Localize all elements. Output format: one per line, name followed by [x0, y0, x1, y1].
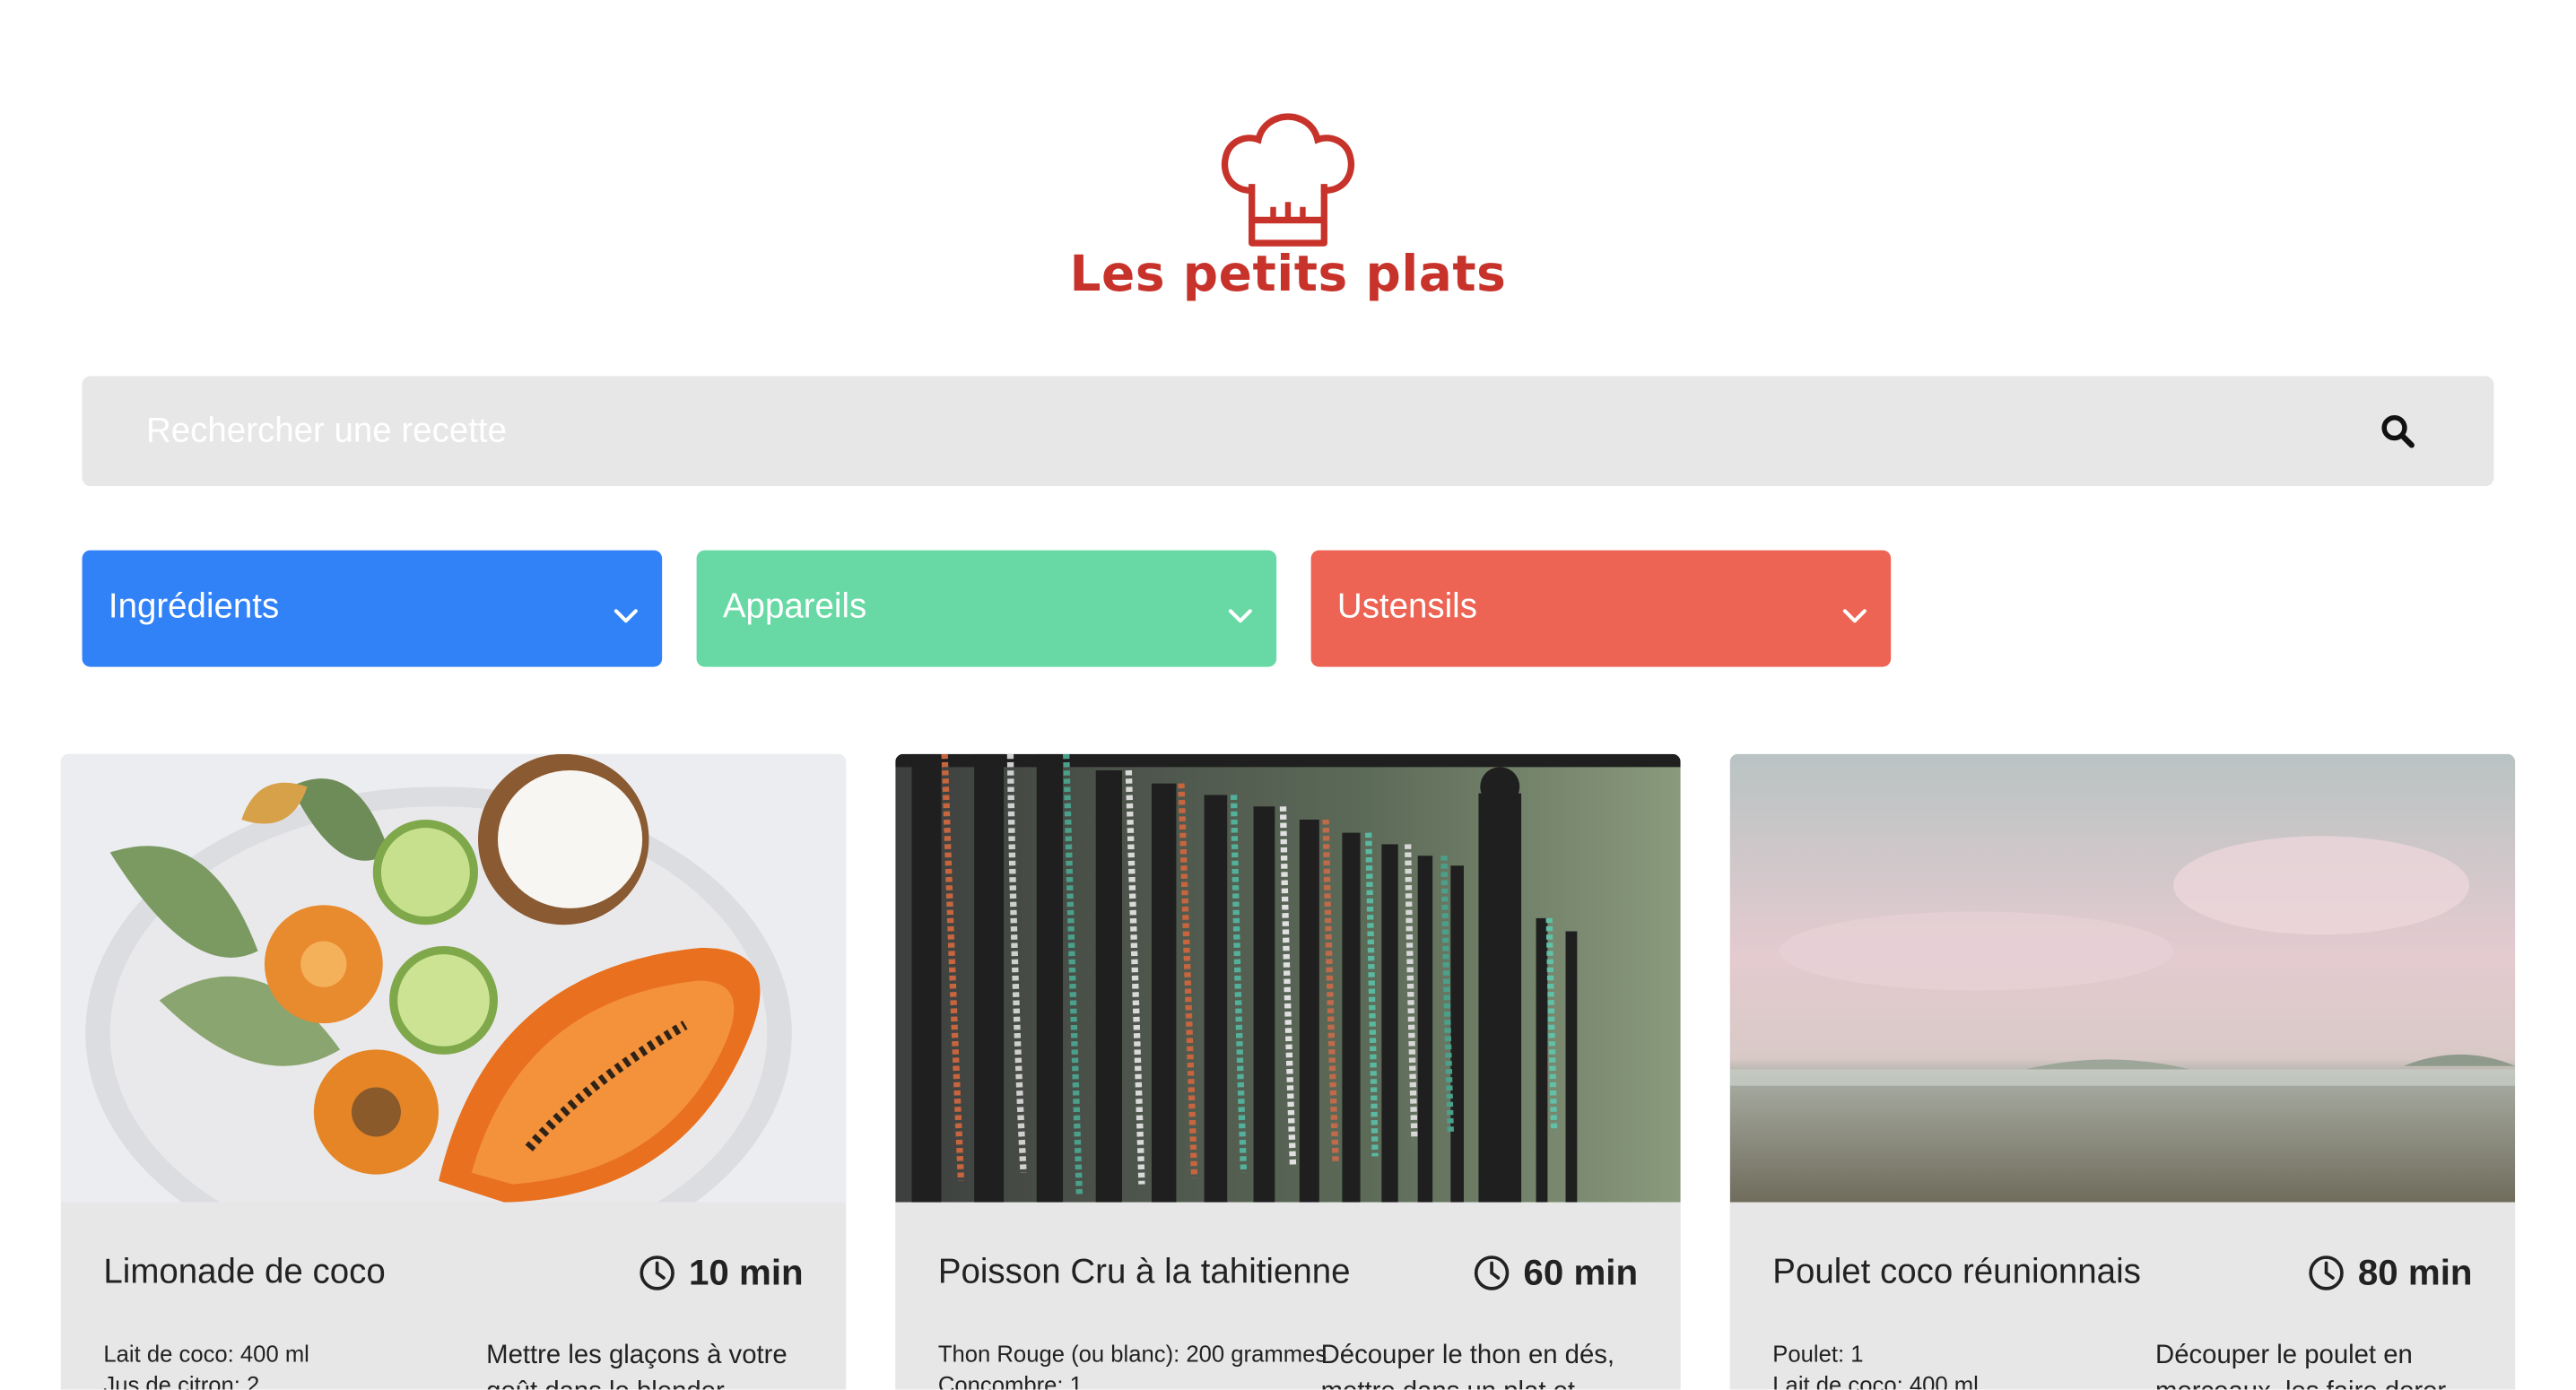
- ingredient-list: Lait de coco: 400 ml Jus de citron: 2: [103, 1339, 309, 1390]
- search-icon[interactable]: [2379, 413, 2418, 452]
- recipe-description: Découper le poulet en morceaux, les fair…: [2155, 1342, 2446, 1389]
- filter-ingredients-button[interactable]: Ingrédients: [82, 550, 663, 667]
- ingredient-item: Lait de coco: 400 ml: [103, 1340, 309, 1367]
- recipe-name: Poisson Cru à la tahitienne: [937, 1253, 1351, 1291]
- brand-title: Les petits plats: [1069, 246, 1507, 304]
- recipe-time-value: 60 min: [1523, 1251, 1639, 1293]
- ingredient-list: Poulet: 1 Lait de coco: 400 ml: [1772, 1339, 1978, 1390]
- clock-icon: [640, 1255, 675, 1290]
- recipe-time: 80 min: [2309, 1252, 2473, 1295]
- ingredient-item: Jus de citron: 2: [103, 1371, 260, 1390]
- ingredient-item: Poulet: 1: [1772, 1340, 1864, 1367]
- recipe-time-value: 10 min: [688, 1251, 804, 1293]
- recipe-name: Limonade de coco: [103, 1253, 386, 1291]
- recipe-description: Découper le thon en dés, mettre dans un …: [1320, 1342, 1615, 1389]
- ingredient-item: Lait de coco: 400 ml: [1772, 1371, 1979, 1390]
- ingredient-item: Concombre: 1: [937, 1371, 1083, 1390]
- clock-icon: [1475, 1255, 1510, 1290]
- filter-label: Ustensils: [1336, 587, 1477, 626]
- search-bar: [82, 376, 2494, 487]
- recipe-card[interactable]: Limonade de coco 10 min Lait de coco: 40…: [60, 753, 847, 1390]
- recipe-time-value: 80 min: [2357, 1251, 2473, 1293]
- ingredient-list: Thon Rouge (ou blanc): 200 grammes Conco…: [938, 1339, 1327, 1390]
- chevron-down-icon: [1227, 596, 1253, 636]
- filter-ustensils-button[interactable]: Ustensils: [1310, 550, 1892, 667]
- ingredient-item: Thon Rouge (ou blanc): 200 grammes: [937, 1340, 1327, 1367]
- search-input[interactable]: [82, 376, 2317, 487]
- recipe-time: 60 min: [1474, 1252, 1638, 1295]
- page: Les petits plats Ingrédients Appareils U…: [0, 0, 2576, 1390]
- recipe-image: [895, 753, 1681, 1203]
- filter-label: Ingrédients: [108, 587, 280, 626]
- chevron-down-icon: [1841, 596, 1867, 636]
- recipe-card[interactable]: Poulet coco réunionnais 80 min Poulet: 1…: [1729, 753, 2516, 1390]
- chevron-down-icon: [613, 596, 639, 636]
- recipe-description: Mettre les glaçons à votre goût dans le …: [486, 1342, 788, 1389]
- recipe-time: 10 min: [640, 1252, 804, 1295]
- recipe-image: [1729, 753, 2516, 1203]
- recipe-name: Poulet coco réunionnais: [1772, 1253, 2141, 1291]
- logo: [0, 112, 2576, 254]
- filter-appareils-button[interactable]: Appareils: [696, 550, 1277, 667]
- recipe-image: [60, 753, 847, 1203]
- filter-label: Appareils: [722, 587, 867, 626]
- chef-hat-icon: [0, 112, 2576, 254]
- clock-icon: [2309, 1255, 2345, 1290]
- recipe-card[interactable]: Poisson Cru à la tahitienne 60 min Thon …: [895, 753, 1681, 1390]
